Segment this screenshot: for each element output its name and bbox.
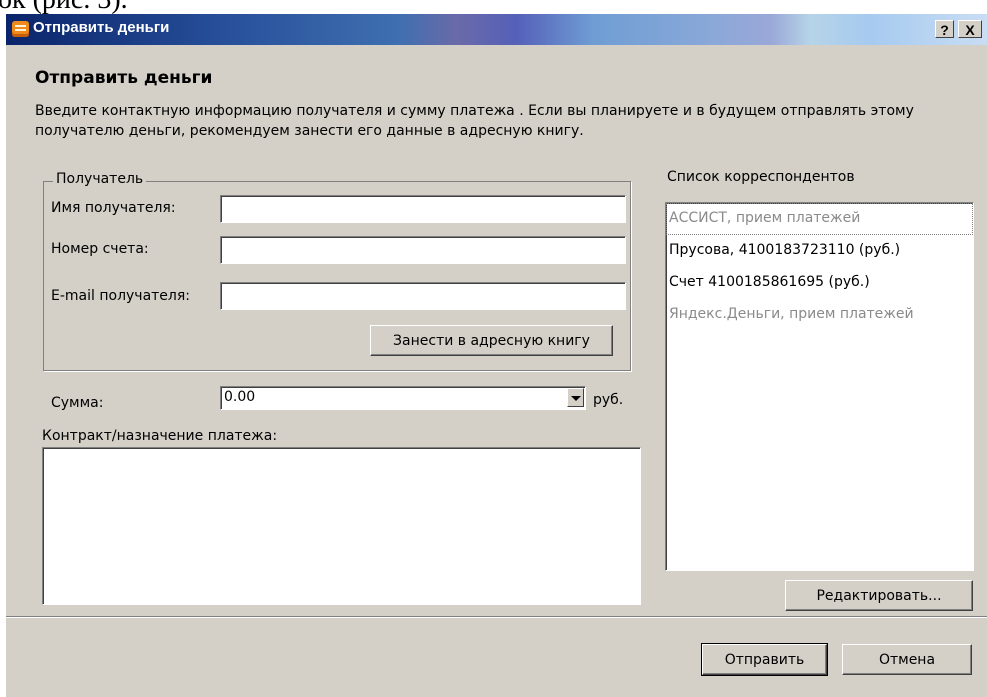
title-bar[interactable]: Отправить деньги ? X bbox=[6, 14, 987, 45]
currency-label: руб. bbox=[593, 392, 624, 408]
list-item[interactable]: Яндекс.Деньги, прием платежей bbox=[666, 299, 973, 331]
recipient-name-label: Имя получателя: bbox=[51, 200, 176, 216]
send-button[interactable]: Отправить bbox=[701, 643, 828, 676]
amount-value: 0.00 bbox=[224, 389, 256, 405]
amount-label: Сумма: bbox=[51, 395, 104, 411]
list-item[interactable]: Прусова, 4100183723110 (руб.) bbox=[666, 235, 973, 267]
wallet-icon bbox=[12, 21, 29, 37]
add-to-address-book-button[interactable]: Занести в адресную книгу bbox=[370, 325, 613, 356]
chevron-down-icon[interactable] bbox=[567, 388, 584, 407]
list-item[interactable]: Счет 4100185861695 (руб.) bbox=[666, 267, 973, 299]
correspondents-list[interactable]: АССИСТ, прием платежей Прусова, 41001837… bbox=[665, 202, 974, 571]
account-number-label: Номер счета: bbox=[51, 241, 149, 257]
recipient-email-input[interactable] bbox=[220, 282, 626, 310]
correspondents-label: Список корреспондентов bbox=[667, 169, 855, 185]
cancel-button[interactable]: Отмена bbox=[842, 644, 972, 675]
send-money-dialog: Отправить деньги ? X Отправить деньги Вв… bbox=[6, 14, 987, 697]
help-button[interactable]: ? bbox=[935, 20, 954, 38]
intro-text: Введите контактную информацию получателя… bbox=[35, 103, 914, 139]
recipient-group-legend: Получатель bbox=[53, 171, 147, 187]
recipient-email-label: E-mail получателя: bbox=[51, 288, 191, 304]
recipient-name-input[interactable] bbox=[220, 195, 626, 223]
window-title: Отправить деньги bbox=[33, 19, 170, 36]
close-button[interactable]: X bbox=[958, 20, 982, 38]
dialog-heading: Отправить деньги bbox=[35, 68, 213, 88]
list-item[interactable]: АССИСТ, прием платежей bbox=[666, 203, 973, 235]
footer-divider bbox=[6, 616, 987, 618]
page-text-fragment: ок (рис. 3). bbox=[0, 0, 987, 14]
edit-correspondents-button[interactable]: Редактировать... bbox=[785, 580, 973, 611]
amount-combobox[interactable]: 0.00 bbox=[220, 386, 586, 410]
account-number-input[interactable] bbox=[220, 236, 626, 264]
page-text-fragment-label: ок (рис. 3). bbox=[0, 0, 128, 14]
purpose-label: Контракт/назначение платежа: bbox=[42, 428, 278, 444]
purpose-textarea[interactable] bbox=[42, 447, 641, 605]
